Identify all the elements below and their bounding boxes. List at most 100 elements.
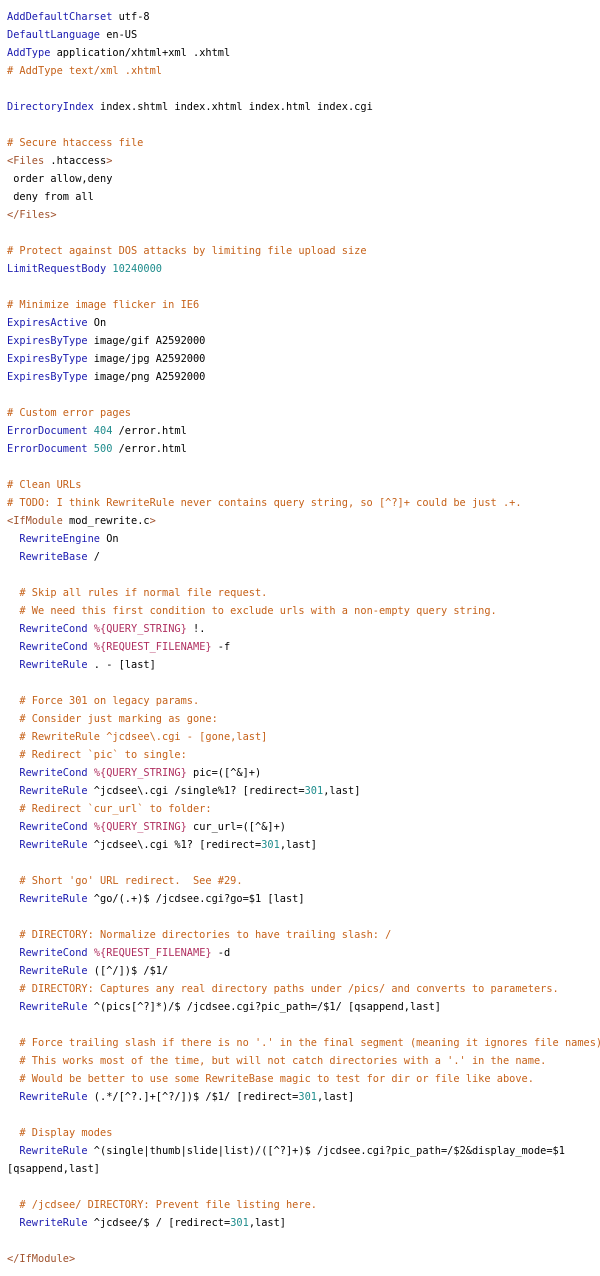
code-line: # DIRECTORY: Captures any real directory… [7, 980, 600, 998]
number-literal: 500 [93, 443, 113, 455]
comment: # /jcdsee/ DIRECTORY: Prevent file listi… [19, 1199, 317, 1211]
code-text: utf-8 [112, 11, 150, 23]
code-line: # TODO: I think RewriteRule never contai… [7, 494, 600, 512]
code-line: # Redirect `cur_url` to folder: [7, 800, 600, 818]
code-line: # DIRECTORY: Normalize directories to ha… [7, 926, 600, 944]
code-line: order allow,deny [7, 170, 600, 188]
directive-keyword: DefaultLanguage [7, 29, 100, 41]
code-line: AddType application/xhtml+xml .xhtml [7, 44, 600, 62]
code-line: ExpiresByType image/jpg A2592000 [7, 350, 600, 368]
number-literal: 404 [93, 425, 113, 437]
code-line: # RewriteRule ^jcdsee\.cgi - [gone,last] [7, 728, 600, 746]
code-line: ErrorDocument 500 /error.html [7, 440, 600, 458]
server-variable: %{REQUEST_FILENAME} [93, 641, 212, 653]
code-text: pic=([^&]+) [186, 767, 262, 779]
directive-keyword: RewriteRule [19, 1001, 88, 1013]
code-line: ​ [7, 1016, 600, 1034]
code-text: /error.html [112, 443, 187, 455]
section-tag: <IfModule [7, 515, 63, 527]
number-literal: 301 [304, 785, 324, 797]
code-text: ^(pics[^?]*)/$ /jcdsee.cgi?pic_path=/$1/… [87, 1001, 441, 1013]
comment: # RewriteRule ^jcdsee\.cgi - [gone,last] [19, 731, 268, 743]
code-line: RewriteRule (.*/[^?.]+[^?/])$ /$1/ [redi… [7, 1088, 600, 1106]
code-line: # This works most of the time, but will … [7, 1052, 600, 1070]
directive-keyword: ErrorDocument [7, 425, 88, 437]
code-line: # Secure htaccess file [7, 134, 600, 152]
directive-keyword: LimitRequestBody [7, 263, 107, 275]
code-line: # Consider just marking as gone: [7, 710, 600, 728]
code-line: ​ [7, 854, 600, 872]
code-line: AddDefaultCharset utf-8 [7, 8, 600, 26]
directive-keyword: ErrorDocument [7, 443, 88, 455]
directive-keyword: RewriteCond [19, 947, 88, 959]
code-line: RewriteRule ^(pics[^?]*)/$ /jcdsee.cgi?p… [7, 998, 600, 1016]
directive-keyword: RewriteCond [19, 821, 88, 833]
code-line: # /jcdsee/ DIRECTORY: Prevent file listi… [7, 1196, 600, 1214]
server-variable: %{QUERY_STRING} [93, 767, 187, 779]
code-text: mod_rewrite.c [62, 515, 150, 527]
comment: # We need this first condition to exclud… [19, 605, 497, 617]
code-text: ,last] [323, 785, 361, 797]
code-text: ,last] [279, 839, 318, 851]
code-text: image/gif A2592000 [87, 335, 206, 347]
code-text: en-US [100, 29, 138, 41]
comment: # DIRECTORY: Normalize directories to ha… [19, 929, 392, 941]
directive-keyword: RewriteRule [19, 1217, 88, 1229]
code-text: index.shtml index.xhtml index.html index… [93, 101, 373, 113]
server-variable: %{QUERY_STRING} [93, 623, 187, 635]
code-line: # Clean URLs [7, 476, 600, 494]
comment: # Skip all rules if normal file request. [19, 587, 268, 599]
code-line: ​ [7, 80, 600, 98]
code-line: RewriteCond %{REQUEST_FILENAME} -f [7, 638, 600, 656]
code-line: <IfModule mod_rewrite.c> [7, 512, 600, 530]
code-text: ,last] [317, 1091, 355, 1103]
code-text: .htaccess [44, 155, 107, 167]
code-line: </Files> [7, 206, 600, 224]
directive-keyword: RewriteCond [19, 641, 88, 653]
code-line: deny from all [7, 188, 600, 206]
comment: # TODO: I think RewriteRule never contai… [7, 497, 522, 509]
code-line: RewriteRule ([^/])$ /$1/ [7, 962, 600, 980]
code-text: ^jcdsee\.cgi /single%1? [redirect= [87, 785, 305, 797]
section-tag: </IfModule> [7, 1253, 76, 1265]
code-line: ​ [7, 1178, 600, 1196]
code-line: </IfModule> [7, 1250, 600, 1268]
comment: # DIRECTORY: Captures any real directory… [19, 983, 559, 995]
code-line: # Force 301 on legacy params. [7, 692, 600, 710]
code-line: # Short 'go' URL redirect. See #29. [7, 872, 600, 890]
directive-keyword: RewriteEngine [19, 533, 100, 545]
code-line: DirectoryIndex index.shtml index.xhtml i… [7, 98, 600, 116]
code-line: ​ [7, 1106, 600, 1124]
code-line: ​ [7, 116, 600, 134]
comment: # Force trailing slash if there is no '.… [19, 1037, 600, 1049]
code-line: LimitRequestBody 10240000 [7, 260, 600, 278]
comment: # AddType text/xml .xhtml [7, 65, 162, 77]
directive-keyword: AddDefaultCharset [7, 11, 113, 23]
directive-keyword: AddType [7, 47, 51, 59]
code-line: RewriteCond %{REQUEST_FILENAME} -d [7, 944, 600, 962]
code-line: # Protect against DOS attacks by limitin… [7, 242, 600, 260]
comment: # Custom error pages [7, 407, 131, 419]
code-line: RewriteRule ^jcdsee\.cgi %1? [redirect=3… [7, 836, 600, 854]
code-line: # AddType text/xml .xhtml [7, 62, 600, 80]
code-line: RewriteCond %{QUERY_STRING} cur_url=([^&… [7, 818, 600, 836]
code-text: ^(single|thumb|slide|list)/([^?]+)$ /jcd… [87, 1145, 565, 1157]
directive-keyword: RewriteRule [19, 965, 88, 977]
